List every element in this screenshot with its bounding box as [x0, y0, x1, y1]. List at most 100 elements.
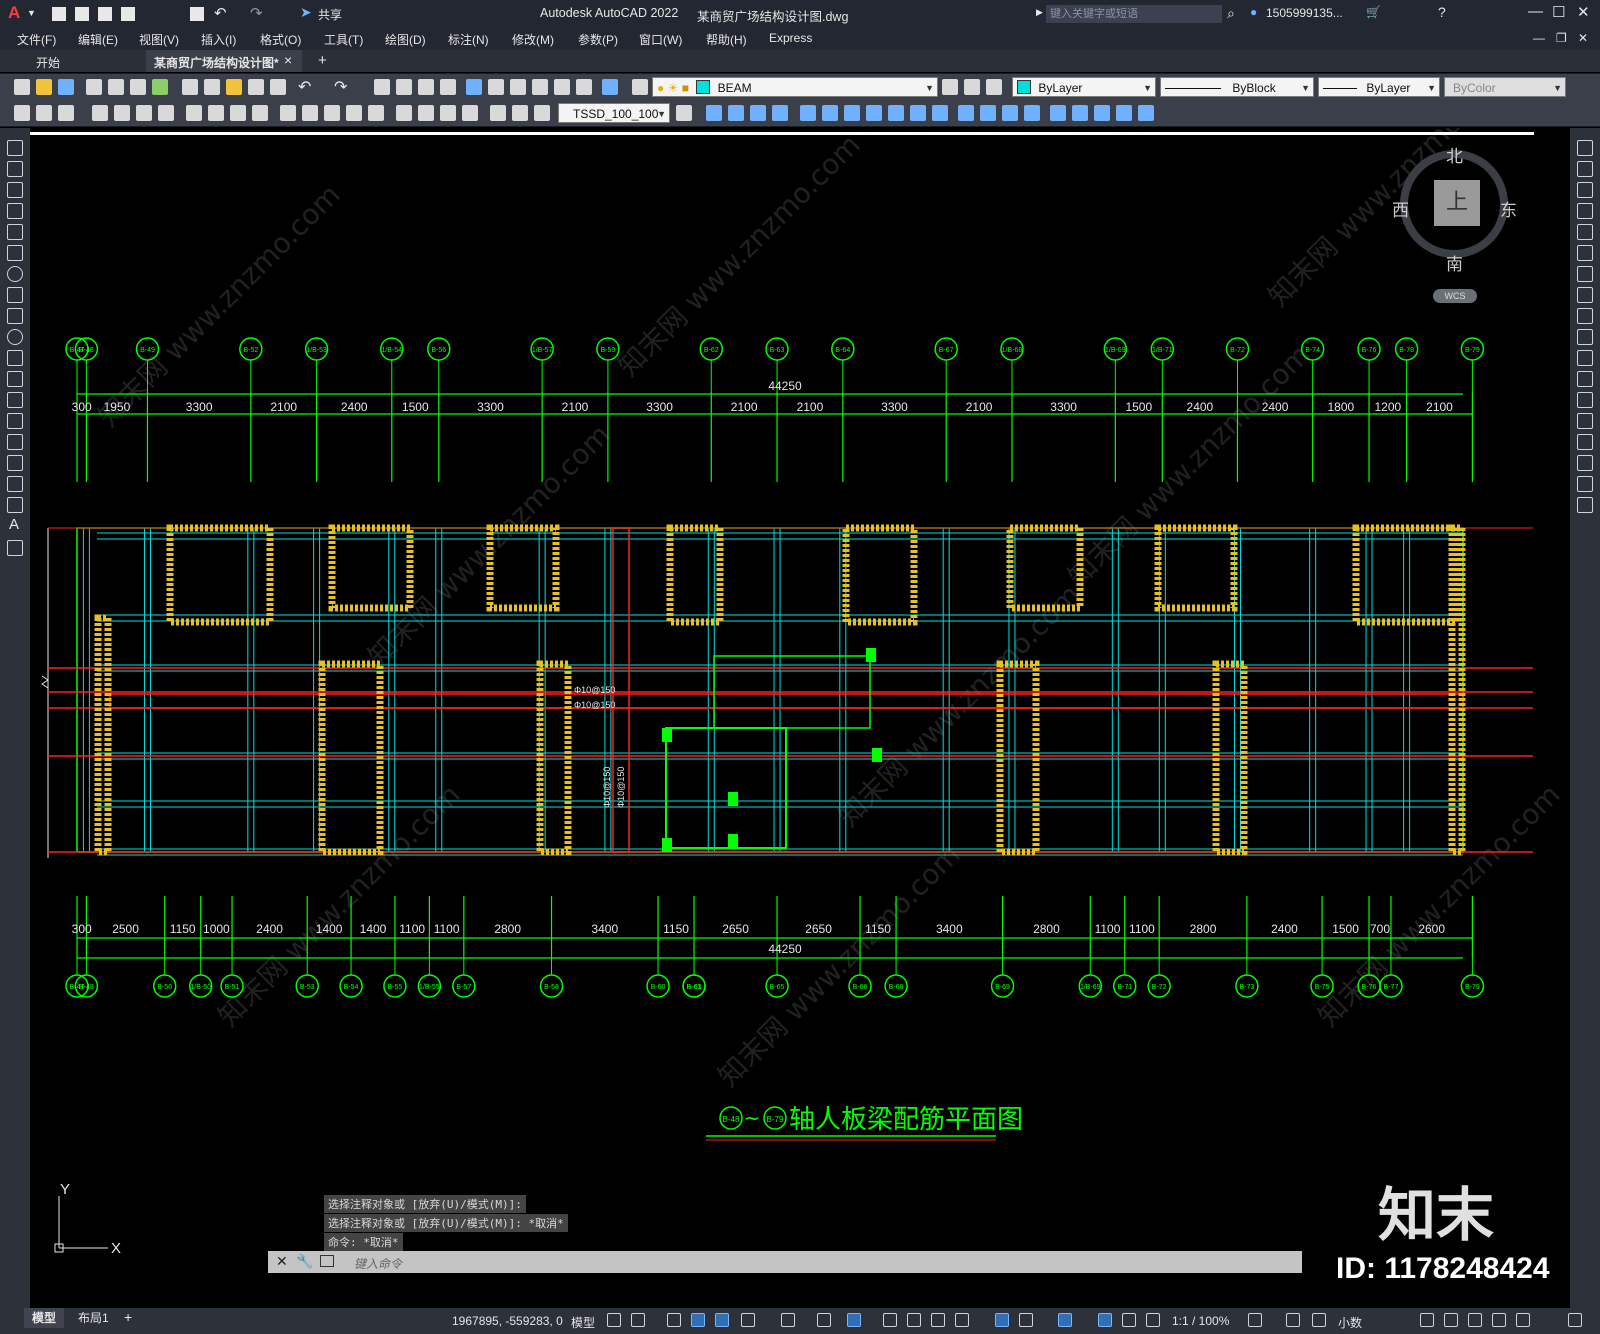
web-icon[interactable]	[152, 79, 168, 95]
doc-restore-button[interactable]: ❐	[1556, 31, 1567, 45]
grid-icon[interactable]	[607, 1313, 621, 1327]
3d-osnap-icon[interactable]	[955, 1313, 969, 1327]
solid-torus-icon[interactable]	[844, 105, 860, 121]
selection-filter-icon[interactable]	[1019, 1313, 1033, 1327]
menu-draw[interactable]: 绘图(D)	[385, 31, 426, 48]
jogged-linear-icon[interactable]	[396, 105, 412, 121]
trim-icon[interactable]	[1577, 329, 1593, 345]
sheet-set-icon[interactable]	[532, 79, 548, 95]
properties-icon[interactable]	[466, 79, 482, 95]
rotate-icon[interactable]	[1577, 266, 1593, 282]
tab-close-icon[interactable]: ×	[284, 52, 292, 68]
new-icon[interactable]	[52, 7, 66, 21]
table-icon[interactable]	[7, 497, 23, 513]
clean-screen-icon[interactable]	[1516, 1313, 1530, 1327]
extrude-icon[interactable]	[866, 105, 882, 121]
user-icon[interactable]: ●	[1250, 5, 1257, 19]
ellipse-arc-icon[interactable]	[7, 350, 23, 366]
menu-insert[interactable]: 插入(I)	[201, 31, 236, 48]
copy-object-icon[interactable]	[1577, 161, 1593, 177]
continue-dim-icon[interactable]	[252, 105, 268, 121]
layout-tab-layout1[interactable]: 布局1	[70, 1308, 117, 1328]
polygon-icon[interactable]	[7, 203, 23, 219]
dim-text-edit-icon[interactable]	[440, 105, 456, 121]
lock-ui-icon[interactable]	[1444, 1313, 1458, 1327]
coordinates-readout[interactable]: 1967895, -559283, 0	[452, 1314, 563, 1328]
search-icon[interactable]: ⌕	[1227, 5, 1235, 22]
zoom-previous-icon[interactable]	[440, 79, 456, 95]
dim-update-icon[interactable]	[462, 105, 478, 121]
layer-state-icon[interactable]	[986, 79, 1002, 95]
redo-icon[interactable]: ↷	[250, 4, 263, 22]
presspull-icon[interactable]	[888, 105, 904, 121]
user-name[interactable]: 1505999135...	[1266, 6, 1343, 20]
cart-icon[interactable]: 🛒	[1366, 5, 1381, 19]
new-file-icon[interactable]	[14, 79, 30, 95]
scale-icon[interactable]	[1577, 287, 1593, 303]
customization-icon[interactable]	[1568, 1313, 1582, 1327]
make-current-layer-icon[interactable]	[942, 79, 958, 95]
diameter-dim-icon[interactable]	[158, 105, 174, 121]
lineweight-display-icon[interactable]	[883, 1313, 897, 1327]
match-properties-icon[interactable]	[248, 79, 264, 95]
radius-dim-icon[interactable]	[114, 105, 130, 121]
circle-icon[interactable]	[7, 266, 23, 282]
layer-properties-icon[interactable]	[632, 79, 648, 95]
explode-icon[interactable]	[1577, 497, 1593, 513]
make-block-icon[interactable]	[7, 392, 23, 408]
annotation-visibility-icon[interactable]	[1098, 1313, 1112, 1327]
maximize-button[interactable]: ☐	[1552, 3, 1565, 21]
solid-box-icon[interactable]	[706, 105, 722, 121]
jogged-dim-icon[interactable]	[136, 105, 152, 121]
quick-dim-icon[interactable]	[208, 105, 224, 121]
inspection-icon[interactable]	[368, 105, 384, 121]
gizmo-icon[interactable]	[1058, 1313, 1072, 1327]
aligned-dim-icon[interactable]	[36, 105, 52, 121]
annotation-scale-value[interactable]: 1:1 / 100%	[1172, 1314, 1229, 1328]
erase-icon[interactable]	[1577, 140, 1593, 156]
new-tab-button[interactable]: +	[318, 52, 327, 69]
command-close-icon[interactable]: ✕	[276, 1253, 288, 1270]
saveas-icon[interactable]	[121, 7, 135, 21]
dim-break-icon[interactable]	[302, 105, 318, 121]
baseline-dim-icon[interactable]	[230, 105, 246, 121]
viewcube-top-face[interactable]: 上	[1434, 180, 1480, 226]
save-file-icon[interactable]	[58, 79, 74, 95]
isodraft-icon[interactable]	[781, 1313, 795, 1327]
doc-close-button[interactable]: ✕	[1578, 31, 1588, 45]
add-selected-icon[interactable]	[7, 540, 23, 556]
units-value[interactable]: 小数	[1338, 1314, 1362, 1331]
hardware-acceleration-icon[interactable]	[1492, 1313, 1506, 1327]
dynamic-input-icon[interactable]	[691, 1313, 705, 1327]
array-icon[interactable]	[1577, 224, 1593, 240]
menu-format[interactable]: 格式(O)	[260, 31, 301, 48]
polyline-icon[interactable]	[7, 182, 23, 198]
menu-dimension[interactable]: 标注(N)	[448, 31, 489, 48]
model-space-toggle[interactable]: 模型	[571, 1314, 595, 1331]
redo-toolbar-icon[interactable]: ↷	[334, 77, 347, 97]
markup-icon[interactable]	[554, 79, 570, 95]
dim-style-manager-icon[interactable]	[490, 105, 506, 121]
wcs-menu[interactable]: WCS	[1433, 289, 1477, 303]
menu-view[interactable]: 视图(V)	[139, 31, 179, 48]
tool-palettes-icon[interactable]	[510, 79, 526, 95]
region-icon[interactable]	[7, 476, 23, 492]
join-icon[interactable]	[1577, 413, 1593, 429]
intersect-icon[interactable]	[1024, 105, 1040, 121]
open-file-icon[interactable]	[36, 79, 52, 95]
dynamic-ucs-icon[interactable]	[995, 1313, 1009, 1327]
search-expand-icon[interactable]: ▶	[1036, 7, 1043, 18]
units-icon[interactable]	[1312, 1313, 1326, 1327]
linetype-dropdown[interactable]: ByBlock ▼	[1160, 77, 1314, 97]
object-snap-icon[interactable]	[847, 1313, 861, 1327]
rectangle-icon[interactable]	[7, 224, 23, 240]
spline-icon[interactable]	[7, 308, 23, 324]
menu-file[interactable]: 文件(F)	[17, 31, 56, 48]
search-input[interactable]: 键入关键字或短语	[1046, 5, 1222, 23]
quick-properties-icon[interactable]	[1420, 1313, 1434, 1327]
menu-window[interactable]: 窗口(W)	[639, 31, 682, 48]
minimize-button[interactable]: —	[1528, 3, 1543, 20]
annotation-monitor-icon[interactable]	[1286, 1313, 1300, 1327]
share-button[interactable]: 共享	[318, 6, 342, 23]
viewcube-south[interactable]: 南	[1446, 250, 1463, 275]
